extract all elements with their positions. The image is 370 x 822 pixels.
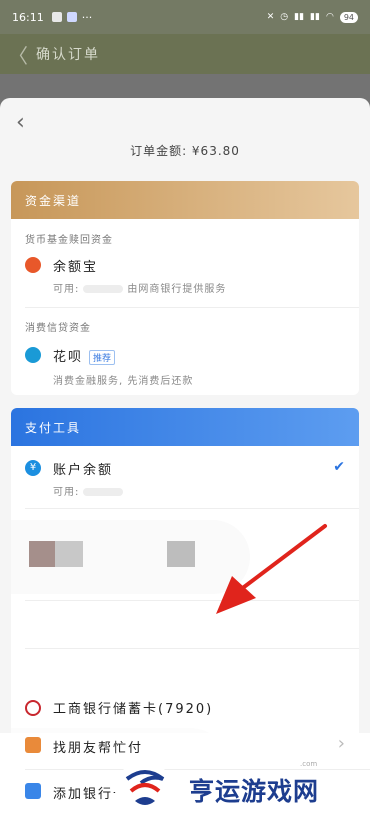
checkmark-icon: ✔ — [333, 459, 345, 475]
blurred-amount — [83, 488, 124, 496]
watermark-logo-icon — [115, 761, 173, 819]
status-bar: 16:11 ··· ✕ ◷ ▮▮ ▮▮ ◠ 94 — [0, 0, 370, 34]
option-balance[interactable]: ¥ 账户余额 可用: ✔ — [11, 456, 359, 504]
icbc-title: 工商银行储蓄卡(7920) — [53, 702, 214, 717]
app-top-bar: 〈 确认订单 — [0, 34, 370, 74]
notification-icon — [51, 12, 62, 22]
watermark-text: 亨运游戏网 — [189, 777, 320, 806]
yuebao-title: 余额宝 — [53, 260, 99, 275]
option-huabei[interactable]: 花呗 推荐 消费金融服务, 先消费后还款 — [11, 341, 359, 391]
icbc-icon — [25, 700, 41, 716]
mute-icon: ✕ — [266, 12, 275, 22]
bank-card-icon — [25, 783, 41, 799]
balance-available-label: 可用: — [53, 487, 80, 498]
sheet-back-button[interactable]: ‹ — [16, 110, 25, 135]
section-label-fund: 货币基金赎回资金 — [25, 235, 113, 246]
watermark-domain: .com — [300, 760, 318, 768]
status-time: 16:11 — [12, 10, 44, 24]
huabei-title: 花呗 — [53, 350, 84, 365]
site-watermark: 亨运游戏网 .com — [115, 758, 370, 822]
battery-indicator: 94 — [339, 11, 358, 23]
section-label-credit: 消费信贷资金 — [25, 323, 91, 334]
friend-pay-title: 找朋友帮忙付 — [53, 741, 144, 756]
huabei-sub: 消费金融服务, 先消费后还款 — [53, 376, 194, 387]
recommend-badge: 推荐 — [89, 350, 116, 365]
balance-title: 账户余额 — [53, 463, 114, 478]
chevron-right-icon: › — [337, 733, 345, 754]
order-amount: 订单金额: ¥63.80 — [130, 144, 240, 158]
more-notifications: ··· — [81, 10, 93, 24]
fund-channel-card: 资金渠道 货币基金赎回资金 余额宝 可用: 由网商银行提供服务 消费信贷资金 花呗… — [11, 181, 359, 395]
yuebao-icon — [25, 257, 41, 273]
pay-tools-header: 支付工具 — [11, 408, 359, 446]
balance-yen-icon: ¥ — [25, 460, 41, 476]
fund-channel-header: 资金渠道 — [11, 181, 359, 219]
yuebao-provider: 由网商银行提供服务 — [127, 284, 227, 295]
option-yuebao[interactable]: 余额宝 可用: 由网商银行提供服务 — [11, 251, 359, 301]
signal-icon-2: ▮▮ — [310, 12, 320, 22]
yuebao-available-label: 可用: — [53, 284, 80, 295]
blurred-amount — [83, 285, 124, 293]
friend-pay-icon — [25, 737, 41, 753]
payment-sheet: ‹ 订单金额: ¥63.80 资金渠道 货币基金赎回资金 余额宝 可用: 由网商银… — [0, 98, 370, 822]
alarm-icon: ◷ — [280, 12, 289, 22]
option-icbc[interactable]: 工商银行储蓄卡(7920) — [11, 698, 359, 728]
back-chevron-icon[interactable]: 〈 — [8, 40, 30, 69]
signal-icon: ▮▮ — [294, 12, 305, 22]
page-title: 确认订单 — [36, 47, 100, 63]
app-notification-icon — [66, 12, 77, 22]
huabei-icon — [25, 347, 41, 363]
wifi-icon: ◠ — [325, 12, 334, 22]
